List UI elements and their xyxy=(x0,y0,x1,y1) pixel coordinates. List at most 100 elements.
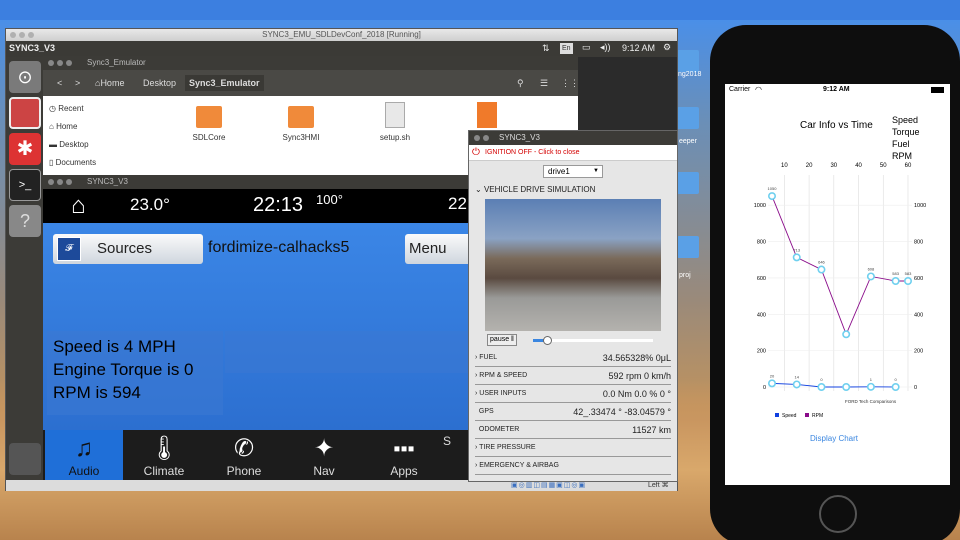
nav-label: Apps xyxy=(390,464,418,478)
settings-icon[interactable]: ✱ xyxy=(9,133,41,165)
chevron-down-icon: ⌄ xyxy=(475,185,482,194)
gear-icon[interactable]: ⚙ xyxy=(663,42,671,53)
info-panel-extension xyxy=(225,331,468,373)
nav-settings[interactable]: S xyxy=(443,430,468,480)
row-rpm-speed[interactable]: › RPM & SPEED 592 rpm 0 km/h xyxy=(475,367,671,385)
slider-thumb[interactable] xyxy=(543,336,552,345)
close-dot-icon[interactable] xyxy=(48,179,54,185)
folder-icon[interactable] xyxy=(288,106,314,128)
home-button[interactable] xyxy=(819,495,857,533)
row-label: RPM & SPEED xyxy=(479,372,528,379)
data-point-rpm xyxy=(817,265,826,274)
nav-phone[interactable]: ✆ Phone xyxy=(205,430,283,480)
crumb-home[interactable]: ⌂Home xyxy=(91,75,128,91)
row-emergency[interactable]: › EMERGENCY & AIRBAG xyxy=(475,457,671,475)
minimize-dot-icon[interactable] xyxy=(19,32,25,38)
battery-icon[interactable]: ▭ xyxy=(582,42,591,53)
file-label: SDLCore xyxy=(192,133,226,142)
row-odometer: ODOMETER 11527 km xyxy=(475,421,671,439)
nav-apps[interactable]: ▪▪▪ Apps xyxy=(365,430,443,480)
y-tick-label-right: 600 xyxy=(914,276,923,282)
trash-icon[interactable] xyxy=(9,443,41,475)
language-indicator[interactable]: En xyxy=(560,43,573,54)
close-dot-icon[interactable] xyxy=(10,32,16,38)
street-view-image xyxy=(485,199,661,331)
grid-view-icon[interactable]: ⋮⋮ xyxy=(557,75,583,91)
torque-text: Engine Torque is 0 xyxy=(53,360,194,379)
nav-label: S xyxy=(443,434,452,448)
menu-button[interactable]: Menu xyxy=(405,234,468,264)
x-tick-label: 40 xyxy=(855,163,862,169)
vehicle-info-panel: Speed is 4 MPH Engine Torque is 0 RPM is… xyxy=(47,331,223,415)
display-chart-button[interactable]: Display Chart xyxy=(810,434,858,443)
search-icon[interactable]: ⚲ xyxy=(513,75,528,91)
legend-top-fuel: Fuel xyxy=(892,139,910,149)
nav-label: Phone xyxy=(226,464,262,478)
ignition-toggle[interactable]: ⏻ IGNITION OFF - Click to close xyxy=(469,145,677,161)
row-value: 0.0 Nm 0.0 % 0 ° xyxy=(602,389,671,399)
section-header[interactable]: ⌄ VEHICLE DRIVE SIMULATION xyxy=(475,185,595,194)
close-dot-icon[interactable] xyxy=(48,60,54,66)
back-icon[interactable]: < xyxy=(53,75,66,91)
power-icon: ⏻ xyxy=(472,147,480,158)
clock[interactable]: 9:12 AM xyxy=(622,43,655,53)
ignition-label: IGNITION OFF - Click to close xyxy=(485,149,580,156)
data-label: 20 xyxy=(770,373,775,378)
desktop-folder-icon[interactable] xyxy=(677,50,699,72)
sidebar-item-home[interactable]: ⌂ Home xyxy=(49,122,77,131)
list-view-icon[interactable]: ☰ xyxy=(536,75,552,91)
terminal-icon[interactable]: >_ xyxy=(9,169,41,201)
phone-screen: Carrier ◠ 9:12 AM Car Info vs Time Speed… xyxy=(725,84,950,485)
sidebar-item-desktop[interactable]: ▬ Desktop xyxy=(49,140,89,149)
wifi-icon: ◠ xyxy=(755,85,762,94)
desktop-folder-icon[interactable] xyxy=(677,236,699,258)
home-icon[interactable]: ⌂ xyxy=(71,192,86,220)
row-fuel[interactable]: › FUEL 34.565328% 0μL xyxy=(475,349,671,367)
crumb-desktop[interactable]: Desktop xyxy=(139,75,180,91)
sidebar-label: Documents xyxy=(55,158,97,167)
y-tick-label-right: 1000 xyxy=(914,203,926,209)
nav-audio[interactable]: ♫ Audio xyxy=(45,430,123,480)
desktop-folder-icon[interactable] xyxy=(677,107,699,129)
row-tire-pressure[interactable]: › TIRE PRESSURE xyxy=(475,439,671,457)
sidebar-item-documents[interactable]: ▯ Documents xyxy=(49,158,96,167)
nav-nav[interactable]: ✦ Nav xyxy=(285,430,363,480)
zoom-dot-icon[interactable] xyxy=(28,32,34,38)
thermometer-icon: 🌡︎ xyxy=(148,435,180,462)
minimize-dot-icon[interactable] xyxy=(483,135,489,141)
outside-temp: 23.0° xyxy=(130,195,170,214)
ubuntu-logo-icon[interactable]: ⊙ xyxy=(9,61,41,93)
maximize-dot-icon[interactable] xyxy=(66,179,72,185)
forward-icon[interactable]: > xyxy=(71,75,84,91)
desktop-folder-icon[interactable] xyxy=(677,172,699,194)
data-point-speed xyxy=(842,382,851,391)
ubuntu-top-panel: SYNC3_V3 ⇅ En ▭ ◂)) 9:12 AM ⚙ xyxy=(6,41,677,57)
files-icon[interactable] xyxy=(9,97,41,129)
help-icon[interactable]: ? xyxy=(9,205,41,237)
volume-icon[interactable]: ◂)) xyxy=(600,42,611,53)
sources-label: Sources xyxy=(97,240,153,257)
legend-swatch-rpm xyxy=(805,413,809,417)
drive-select[interactable]: drive1 ▼ xyxy=(543,165,603,178)
sources-button[interactable]: 𝓕 Sources xyxy=(53,234,203,264)
y-tick-label: 600 xyxy=(757,276,766,282)
ubuntu-launcher: ⊙ ✱ >_ ? xyxy=(6,57,44,480)
maximize-dot-icon[interactable] xyxy=(66,60,72,66)
device-icons[interactable]: ▣◎▥◫▤▦▣◫◎▣ xyxy=(511,481,586,489)
script-file-icon[interactable] xyxy=(385,102,405,128)
section-label: VEHICLE DRIVE SIMULATION xyxy=(483,185,596,194)
file-label: Sync3HMI xyxy=(282,133,320,142)
minimize-dot-icon[interactable] xyxy=(57,179,63,185)
crumb-current[interactable]: Sync3_Emulator xyxy=(185,75,264,91)
y-tick-label: 200 xyxy=(757,349,766,355)
network-icon[interactable]: ⇅ xyxy=(542,43,550,54)
pause-button[interactable]: pause ‖ xyxy=(487,334,517,346)
file-icon[interactable] xyxy=(477,102,497,128)
folder-icon[interactable] xyxy=(196,106,222,128)
data-point-rpm xyxy=(767,192,776,201)
close-dot-icon[interactable] xyxy=(474,135,480,141)
minimize-dot-icon[interactable] xyxy=(57,60,63,66)
sidebar-item-recent[interactable]: ◷ Recent xyxy=(49,104,84,113)
nav-climate[interactable]: 🌡︎ Climate xyxy=(125,430,203,480)
row-user-inputs[interactable]: › USER INPUTS 0.0 Nm 0.0 % 0 ° xyxy=(475,385,671,403)
